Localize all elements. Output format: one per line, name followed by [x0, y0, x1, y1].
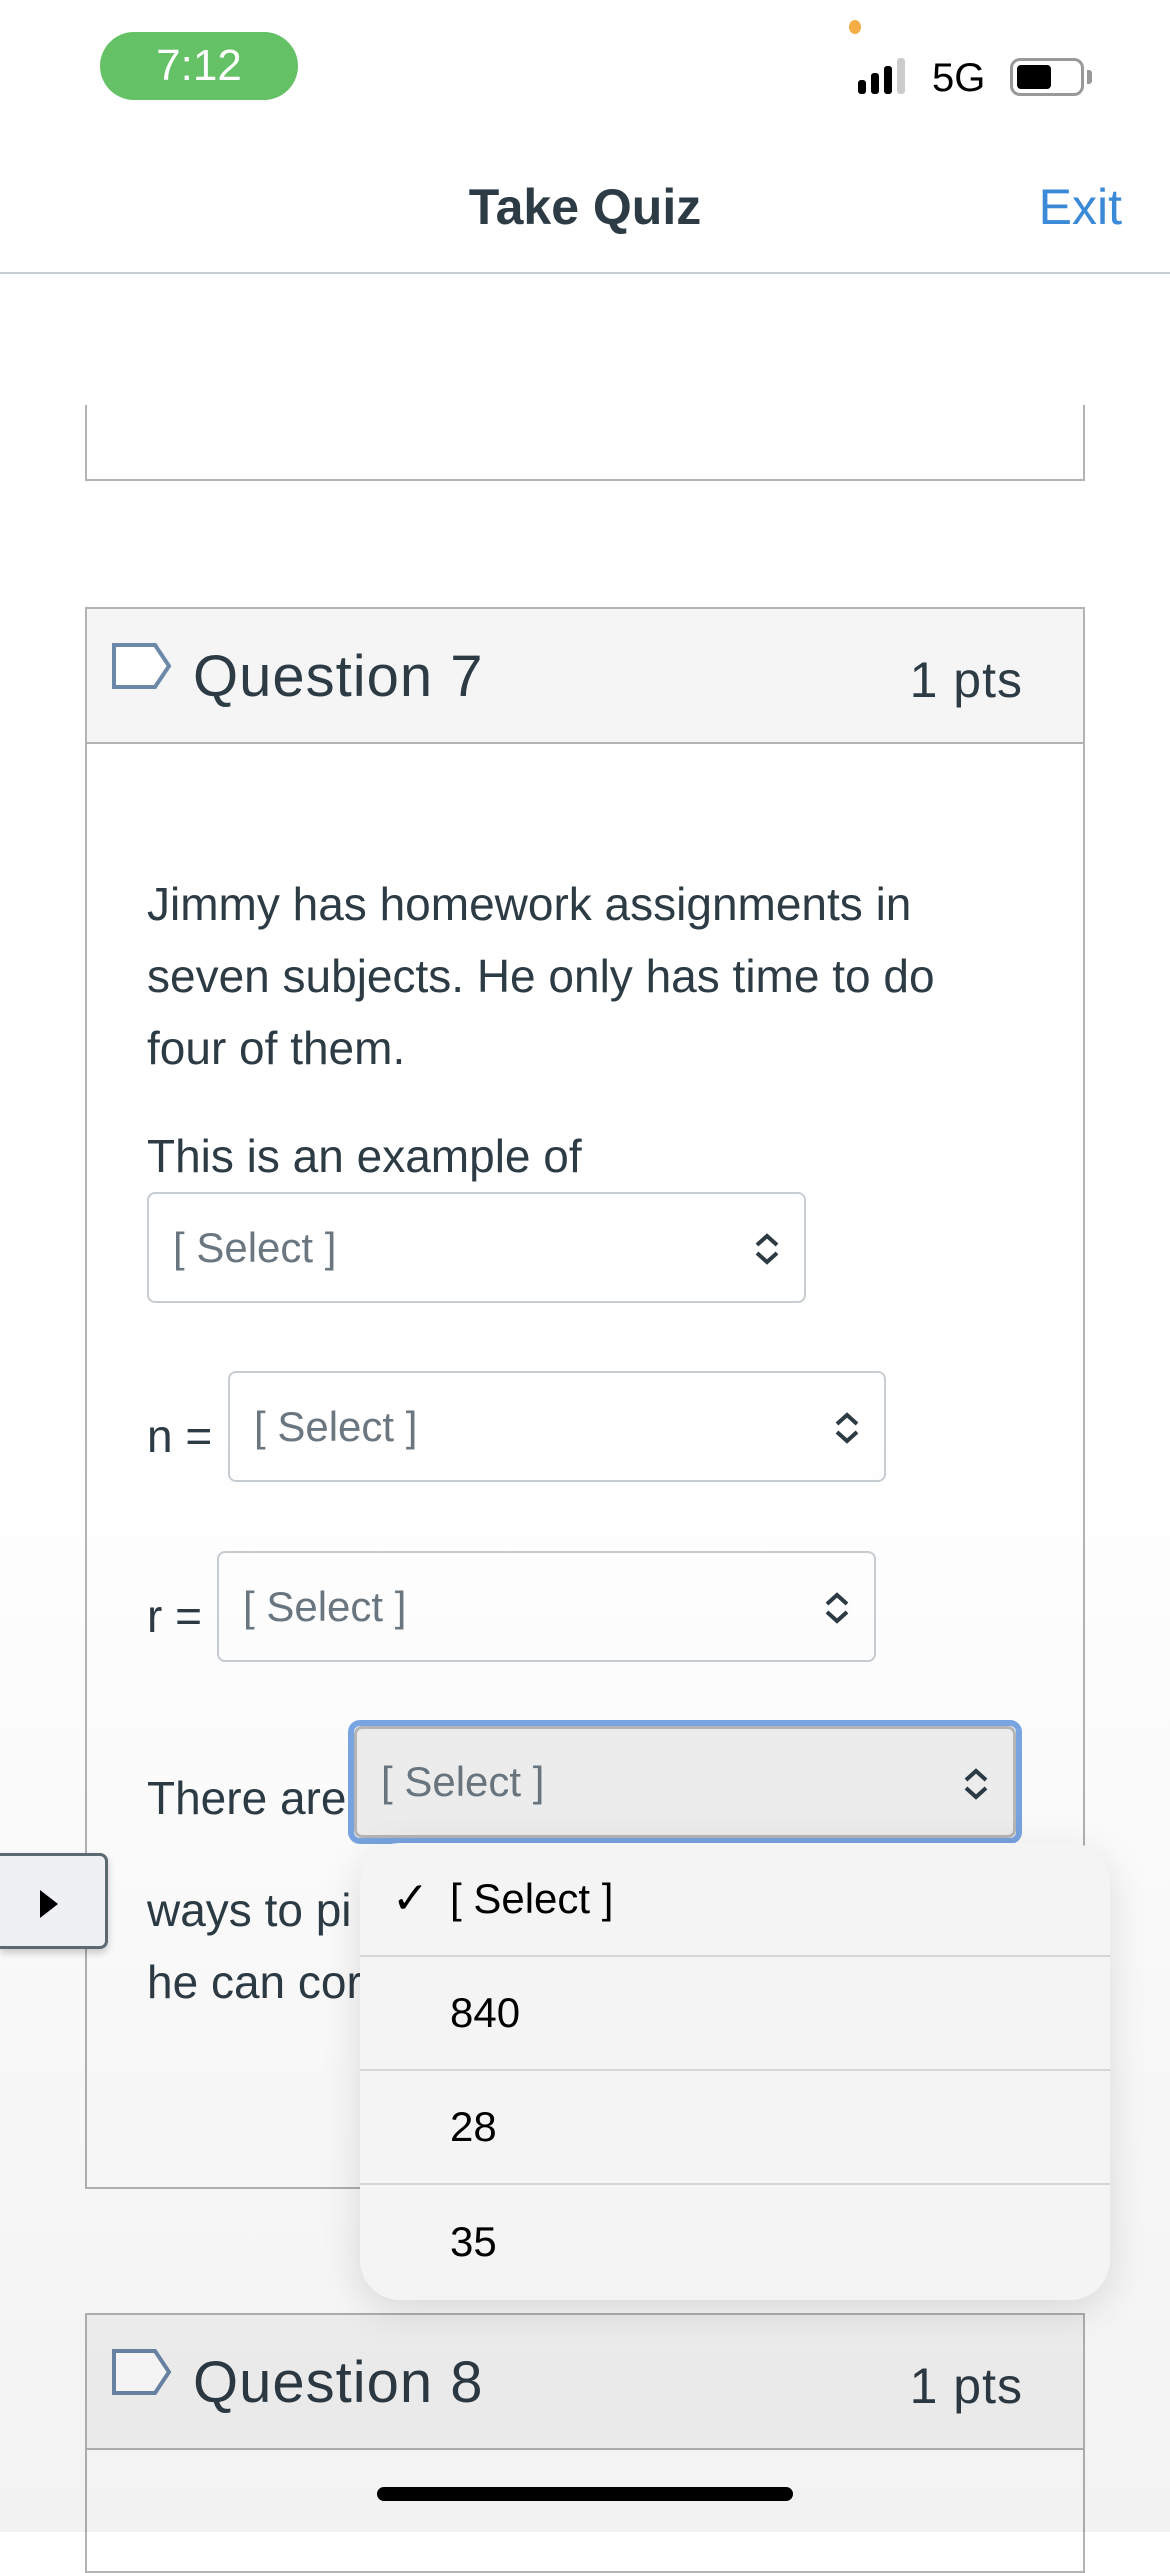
option-label: 35: [450, 2218, 497, 2265]
option-28[interactable]: 28: [360, 2071, 1110, 2185]
previous-question-panel: [85, 405, 1085, 481]
exit-button[interactable]: Exit: [1039, 178, 1122, 236]
flag-question-icon[interactable]: [111, 642, 173, 690]
question-8-panel: Question 8 1 pts: [85, 2313, 1085, 2573]
question-title: Question 7: [193, 644, 484, 709]
n-label: n =: [147, 1410, 213, 1462]
ways-select-focus-ring: [ Select ]: [348, 1720, 1022, 1844]
chevron-updown-icon: [755, 1233, 779, 1265]
example-label: This is an example of: [147, 1130, 582, 1182]
checkmark-icon: ✓: [392, 1874, 429, 1923]
play-icon: [40, 1890, 58, 1918]
select-value: [ Select ]: [381, 1758, 545, 1805]
battery-cap: [1087, 70, 1092, 84]
question-7-header: Question 7 1 pts: [87, 609, 1083, 744]
r-select[interactable]: [ Select ]: [217, 1551, 876, 1662]
prompt-line: seven subjects. He only has time to do: [147, 950, 935, 1002]
prompt-line: four of them.: [147, 1022, 406, 1074]
option-label: [ Select ]: [450, 1875, 614, 1922]
home-indicator[interactable]: [377, 2487, 793, 2501]
flag-question-icon[interactable]: [111, 2348, 173, 2396]
chevron-updown-icon: [835, 1412, 859, 1444]
question-points: 1 pts: [909, 652, 1023, 708]
battery-icon: [1010, 58, 1084, 96]
question-prompt: Jimmy has homework assignments in seven …: [147, 868, 935, 1084]
select-options-popup: ✓ [ Select ] 840 28 35: [360, 1843, 1110, 2300]
nav-divider: [0, 272, 1170, 274]
option-840[interactable]: 840: [360, 1957, 1110, 2071]
select-value: [ Select ]: [173, 1223, 337, 1271]
prompt-line: Jimmy has homework assignments in: [147, 878, 912, 930]
page-title: Take Quiz: [468, 179, 702, 235]
there-are-label: There are: [147, 1772, 347, 1824]
ways-text: ways to pi: [147, 1884, 352, 1936]
select-value: [ Select ]: [243, 1582, 407, 1630]
time-pill: 7:12: [100, 32, 298, 100]
can-text: he can cor: [147, 1956, 362, 2008]
type-select[interactable]: [ Select ]: [147, 1192, 806, 1303]
privacy-indicator-dot: [849, 20, 861, 34]
ways-select[interactable]: [ Select ]: [354, 1726, 1016, 1838]
option-35[interactable]: 35: [360, 2185, 1110, 2299]
question-title: Question 8: [193, 2350, 484, 2415]
signal-icon: [858, 58, 905, 94]
option-label: 28: [450, 2103, 497, 2150]
network-type: 5G: [932, 56, 986, 100]
status-time: 7:12: [156, 41, 242, 90]
select-value: [ Select ]: [254, 1402, 418, 1450]
chevron-updown-icon: [964, 1768, 988, 1800]
option-label: 840: [450, 1989, 521, 2036]
option-select[interactable]: ✓ [ Select ]: [360, 1843, 1110, 1957]
r-label: r =: [147, 1590, 202, 1642]
play-button[interactable]: [0, 1853, 108, 1949]
question-points: 1 pts: [909, 2358, 1023, 2414]
chevron-updown-icon: [825, 1592, 849, 1624]
question-8-header: Question 8 1 pts: [87, 2315, 1083, 2450]
n-select[interactable]: [ Select ]: [228, 1371, 886, 1482]
